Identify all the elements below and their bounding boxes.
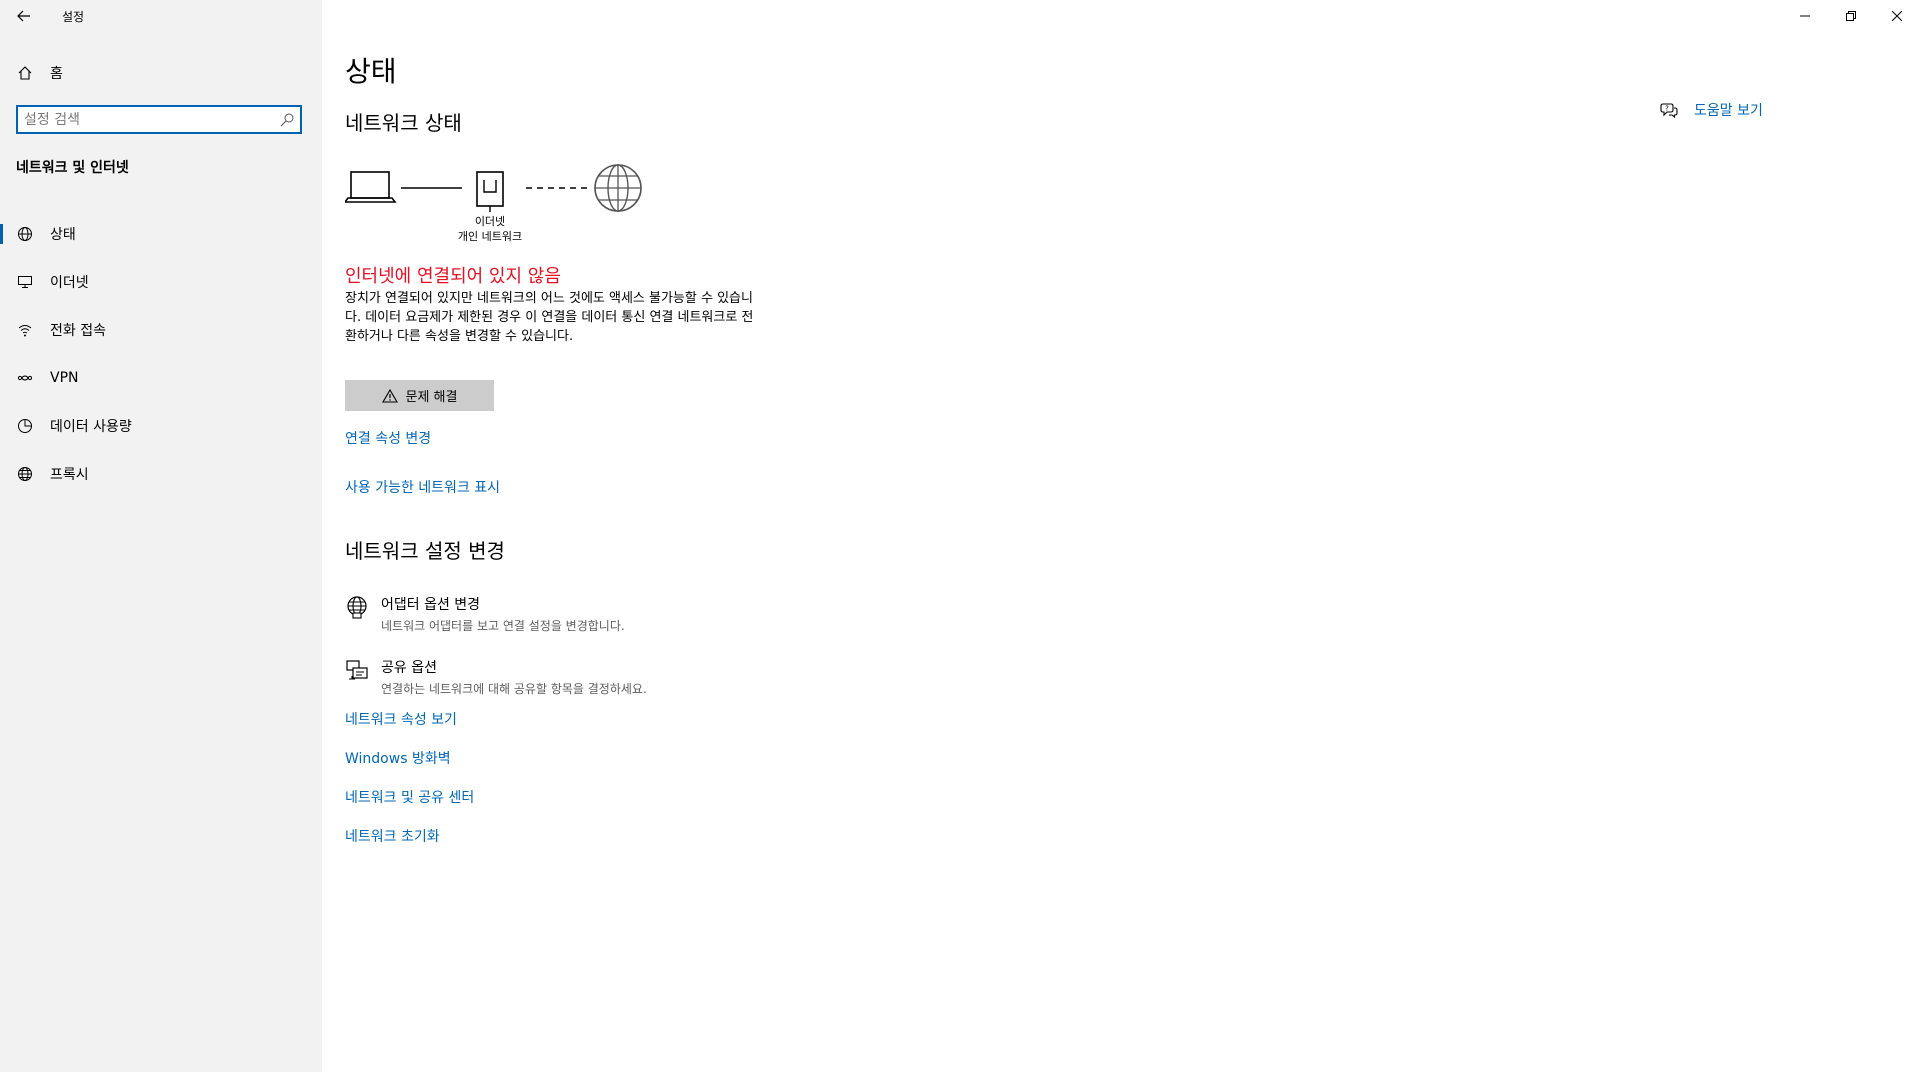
adapter-name-label: 이더넷 xyxy=(474,215,506,228)
sidebar-item-status[interactable]: 상태 xyxy=(0,210,322,258)
laptop-icon xyxy=(345,171,397,203)
connection-status-headline: 인터넷에 연결되어 있지 않음 xyxy=(345,266,561,287)
restore-icon xyxy=(1846,11,1856,21)
sidebar-item-dial-up[interactable]: 전화 접속 xyxy=(0,306,322,354)
sidebar-item-proxy[interactable]: 프록시 xyxy=(0,450,322,498)
internet-globe-icon xyxy=(594,164,642,212)
adapter-options-title: 어댑터 옵션 변경 xyxy=(381,597,481,613)
sidebar: 설정 홈 네트워크 및 인터넷 xyxy=(0,0,322,1072)
svg-text:?: ? xyxy=(1665,105,1669,113)
vpn-icon xyxy=(16,369,34,387)
minimize-icon xyxy=(1800,15,1810,17)
window-controls xyxy=(1782,0,1920,32)
status-globe-icon xyxy=(16,225,34,243)
app-title: 설정 xyxy=(62,10,85,24)
close-icon xyxy=(1892,11,1902,21)
home-icon xyxy=(16,64,34,82)
sharing-options-item[interactable]: 공유 옵션 연결하는 네트워크에 대해 공유할 항목을 결정하세요. xyxy=(345,657,647,697)
sharing-options-icon xyxy=(345,659,369,683)
help-link[interactable]: ? 도움말 보기 xyxy=(1660,100,1763,120)
windows-firewall-link[interactable]: Windows 방화벽 xyxy=(345,748,451,768)
dial-up-icon xyxy=(16,321,34,339)
change-connection-properties-link[interactable]: 연결 속성 변경 xyxy=(345,428,431,448)
page-title: 상태 xyxy=(345,55,397,88)
sidebar-item-label: VPN xyxy=(50,370,79,386)
warning-icon xyxy=(381,388,398,403)
view-network-properties-link[interactable]: 네트워크 속성 보기 xyxy=(345,709,457,729)
sidebar-item-label: 상태 xyxy=(50,227,76,243)
help-chat-icon: ? xyxy=(1660,103,1678,118)
restore-button[interactable] xyxy=(1828,0,1874,32)
connection-status-description: 장치가 연결되어 있지만 네트워크의 어느 것에도 액세스 불가능할 수 있습니… xyxy=(345,291,754,344)
network-status-heading: 네트워크 상태 xyxy=(345,111,462,135)
sidebar-item-label: 전화 접속 xyxy=(50,323,106,339)
adapter-options-icon xyxy=(345,596,369,620)
troubleshoot-button[interactable]: 문제 해결 xyxy=(345,380,494,411)
sidebar-item-vpn[interactable]: VPN xyxy=(0,354,322,402)
change-network-settings-heading: 네트워크 설정 변경 xyxy=(345,539,505,563)
search-input[interactable] xyxy=(24,110,264,130)
sidebar-item-data-usage[interactable]: 데이터 사용량 xyxy=(0,402,322,450)
back-button[interactable] xyxy=(12,6,36,26)
ethernet-port-icon xyxy=(476,171,504,212)
sidebar-item-label: 프록시 xyxy=(50,467,89,483)
adapter-options-item[interactable]: 어댑터 옵션 변경 네트워크 어댑터를 보고 연결 설정을 변경합니다. xyxy=(345,594,625,634)
data-usage-icon xyxy=(16,417,34,435)
network-reset-link[interactable]: 네트워크 초기화 xyxy=(345,826,440,846)
close-button[interactable] xyxy=(1874,0,1920,32)
sharing-options-subtitle: 연결하는 네트워크에 대해 공유할 항목을 결정하세요. xyxy=(381,682,647,696)
home-label: 홈 xyxy=(50,66,63,82)
sidebar-nav: 상태 이더넷 전화 접속 VPN 데이터 사용량 프록시 xyxy=(0,210,322,498)
search-icon[interactable] xyxy=(279,112,295,128)
home-nav-item[interactable]: 홈 xyxy=(16,62,63,84)
ethernet-icon xyxy=(16,273,34,291)
network-sharing-center-link[interactable]: 네트워크 및 공유 센터 xyxy=(345,787,474,807)
sidebar-item-label: 데이터 사용량 xyxy=(50,419,132,435)
network-diagram-graphic xyxy=(345,164,642,212)
sidebar-item-ethernet[interactable]: 이더넷 xyxy=(0,258,322,306)
sidebar-section-title: 네트워크 및 인터넷 xyxy=(16,160,129,176)
proxy-globe-icon xyxy=(16,465,34,483)
adapter-options-subtitle: 네트워크 어댑터를 보고 연결 설정을 변경합니다. xyxy=(381,619,625,633)
troubleshoot-label: 문제 해결 xyxy=(405,390,458,405)
settings-window: 설정 홈 네트워크 및 인터넷 xyxy=(0,0,1920,1072)
sidebar-item-label: 이더넷 xyxy=(50,275,89,291)
sharing-options-title: 공유 옵션 xyxy=(381,660,437,676)
search-box xyxy=(16,105,302,134)
back-arrow-icon xyxy=(17,10,30,22)
network-profile-label: 개인 네트워크 xyxy=(457,230,523,243)
show-available-networks-link[interactable]: 사용 가능한 네트워크 표시 xyxy=(345,477,500,497)
minimize-button[interactable] xyxy=(1782,0,1828,32)
network-diagram: 이더넷 개인 네트워크 xyxy=(345,160,665,250)
help-link-label: 도움말 보기 xyxy=(1694,103,1763,119)
